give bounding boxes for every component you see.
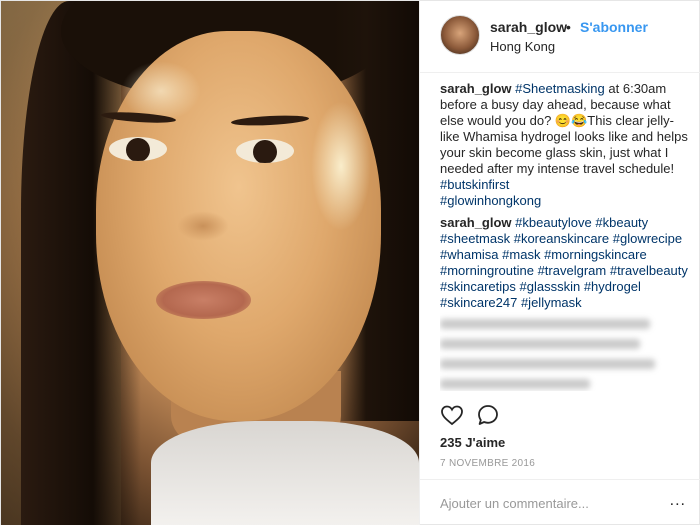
photo-shirt xyxy=(151,421,419,525)
comments-section[interactable]: sarah_glow #Sheetmasking at 6:30am befor… xyxy=(440,81,688,391)
comment-hashtag[interactable]: #travelbeauty xyxy=(610,263,688,278)
comment-hashtag[interactable]: #hydrogel xyxy=(584,279,641,294)
photo-mask-shine xyxy=(311,101,371,231)
post-sidebar: sarah_glow • S'abonner Hong Kong sarah_g… xyxy=(419,1,700,525)
photo-nose xyxy=(177,211,229,241)
comment-hashtag[interactable]: #kbeautylove xyxy=(515,215,592,230)
comment-hashtag[interactable]: #kbeauty xyxy=(595,215,648,230)
add-comment-input[interactable] xyxy=(440,492,660,514)
instagram-post: sarah_glow • S'abonner Hong Kong sarah_g… xyxy=(0,0,700,525)
photo-eye-right xyxy=(236,139,294,163)
avatar[interactable] xyxy=(440,15,480,55)
location-link[interactable]: Hong Kong xyxy=(490,39,555,54)
comment-hashtags: sarah_glow #kbeautylove #kbeauty #sheetm… xyxy=(440,215,688,311)
caption-username[interactable]: sarah_glow xyxy=(440,81,512,96)
post-header: sarah_glow • S'abonner Hong Kong xyxy=(420,1,700,73)
comment-hashtag[interactable]: #jellymask xyxy=(521,295,582,310)
photo-lips xyxy=(156,281,251,319)
post-date[interactable]: 7 NOVEMBRE 2016 xyxy=(440,458,535,469)
blurred-comments xyxy=(440,319,688,389)
comment-hashtag[interactable]: #morningroutine xyxy=(440,263,534,278)
blurred-comment-line xyxy=(440,359,655,369)
caption-hashtag-sheetmasking[interactable]: #Sheetmasking xyxy=(515,81,605,96)
action-bar xyxy=(440,403,680,431)
speech-bubble-icon[interactable] xyxy=(476,403,500,427)
comment-hashtag[interactable]: #whamisa xyxy=(440,247,499,262)
likes-count[interactable]: 235 J'aime xyxy=(440,435,505,450)
caption-hashtag-glowinhongkong[interactable]: #glowinhongkong xyxy=(440,193,541,208)
header-username[interactable]: sarah_glow xyxy=(490,19,567,35)
comment-hashtag[interactable]: #travelgram xyxy=(538,263,607,278)
heart-icon[interactable] xyxy=(440,403,464,427)
header-separator: • xyxy=(566,19,571,35)
comment-hashtag[interactable]: #glowrecipe xyxy=(613,231,682,246)
comment-hashtag[interactable]: #sheetmask xyxy=(440,231,510,246)
blurred-comment-line xyxy=(440,339,640,349)
photo-eye-left xyxy=(109,137,167,161)
comment-hashtag[interactable]: #morningskincare xyxy=(544,247,647,262)
caption-emoji: 😊😂 xyxy=(554,113,588,128)
comment-hashtag[interactable]: #skincare247 xyxy=(440,295,517,310)
add-comment-bar: ... xyxy=(420,479,700,525)
more-options-icon[interactable]: ... xyxy=(670,492,686,510)
comment-hashtag[interactable]: #skincaretips xyxy=(440,279,516,294)
follow-button[interactable]: S'abonner xyxy=(580,19,648,35)
comment-hashtag[interactable]: #glassskin xyxy=(520,279,581,294)
post-photo[interactable] xyxy=(1,1,419,525)
comment-hashtag[interactable]: #koreanskincare xyxy=(514,231,609,246)
blurred-comment-line xyxy=(440,379,590,389)
blurred-comment-line xyxy=(440,319,650,329)
comment-username[interactable]: sarah_glow xyxy=(440,215,512,230)
caption: sarah_glow #Sheetmasking at 6:30am befor… xyxy=(440,81,688,209)
caption-hashtag-butskinfirst[interactable]: #butskinfirst xyxy=(440,177,509,192)
comment-hashtag[interactable]: #mask xyxy=(502,247,540,262)
